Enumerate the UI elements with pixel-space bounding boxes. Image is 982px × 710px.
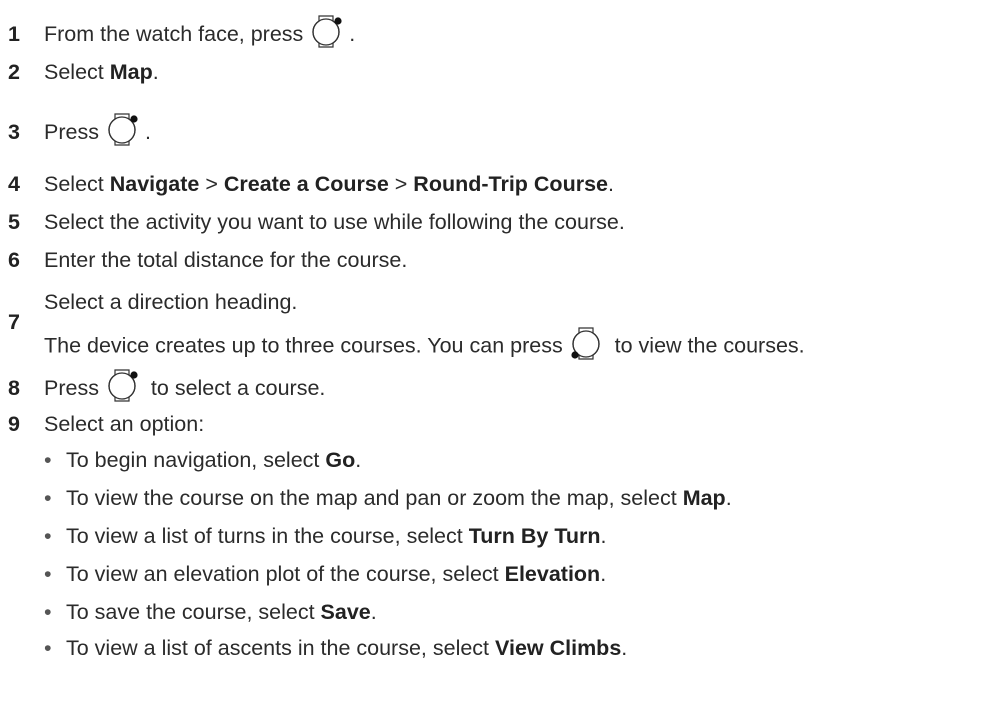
step-7-detail: The device creates up to three courses. … — [44, 327, 805, 364]
step-text: . — [355, 448, 362, 472]
step-body: Press to select a course. — [44, 369, 326, 402]
step-text: Select the activity you want to use whil… — [44, 210, 625, 234]
option-item: • To view the course on the map and pan o… — [44, 484, 732, 512]
step-text: . — [600, 524, 607, 548]
step-text: Press — [44, 375, 105, 400]
step-body: Select Navigate > Create a Course > Roun… — [44, 172, 614, 196]
step-number: 9 — [8, 412, 20, 436]
step-body: Select the activity you want to use whil… — [44, 210, 625, 234]
step-number: 5 — [8, 210, 20, 234]
step-text: Select — [44, 60, 110, 84]
menu-term: Create a Course — [223, 172, 389, 196]
step-8: 8 Press to select a course. — [8, 369, 326, 406]
menu-term: Round-Trip Course — [413, 172, 608, 196]
step-9: 9 Select an option: — [8, 410, 204, 438]
step-text: To begin navigation, select — [66, 448, 326, 472]
bullet-dot: • — [44, 600, 52, 624]
step-text: . — [349, 21, 356, 46]
step-text: Select — [44, 172, 110, 196]
step-1: 1 From the watch face, press . — [8, 15, 356, 52]
menu-term: Go — [325, 448, 356, 472]
step-body: Enter the total distance for the course. — [44, 248, 407, 272]
step-text: To view a list of ascents in the course,… — [66, 636, 496, 660]
step-text: To view the course on the map and pan or… — [66, 486, 683, 510]
bullet-dot: • — [44, 448, 52, 472]
option-item: • To view a list of turns in the course, … — [44, 522, 606, 550]
step-body: Press . — [44, 113, 151, 146]
step-number: 3 — [8, 119, 20, 144]
step-5: 5 Select the activity you want to use whi… — [8, 208, 625, 236]
step-number: 1 — [8, 21, 20, 46]
menu-term: View Climbs — [495, 636, 622, 660]
step-number: 6 — [8, 248, 20, 272]
step-text: . — [152, 60, 159, 84]
bullet-dot: • — [44, 486, 52, 510]
step-number: 7 — [8, 310, 20, 334]
instruction-document: 1 From the watch face, press . 2 Select Map… — [0, 0, 982, 710]
step-text: . — [725, 486, 732, 510]
menu-term: Turn By Turn — [468, 524, 601, 548]
step-text: From the watch face, press — [44, 21, 310, 46]
step-text: . — [144, 119, 151, 144]
step-text: Select an option: — [44, 412, 205, 436]
menu-term: Map — [682, 486, 726, 510]
step-body: Select Map. — [44, 60, 159, 84]
step-text: To save the course, select — [66, 600, 321, 624]
step-body: Select an option: — [44, 412, 204, 436]
step-text: To view a list of turns in the course, s… — [66, 524, 469, 548]
option-item: • To view an elevation plot of the course… — [44, 560, 606, 588]
step-text: . — [621, 636, 628, 660]
step-text: To view an elevation plot of the course,… — [66, 562, 505, 586]
menu-term: Map — [109, 60, 153, 84]
step-number: 2 — [8, 60, 20, 84]
option-item: • To view a list of ascents in the course… — [44, 634, 627, 662]
step-text: > — [388, 172, 414, 196]
step-text: Press — [44, 119, 105, 144]
step-4: 4 Select Navigate > Create a Course > Rou… — [8, 170, 614, 198]
menu-term: Elevation — [504, 562, 601, 586]
menu-term: Navigate — [109, 172, 200, 196]
step-text: Enter the total distance for the course. — [44, 248, 408, 272]
start-stop-button-icon — [311, 14, 347, 48]
option-item: • To save the course, select Save. — [44, 598, 377, 626]
step-number: 8 — [8, 375, 20, 400]
step-number: 4 — [8, 172, 20, 196]
option-item: • To begin navigation, select Go. — [44, 446, 361, 474]
step-7: 7 Select a direction heading. — [8, 288, 297, 334]
step-text: . — [370, 600, 377, 624]
step-body: Select a direction heading. — [44, 290, 297, 314]
step-text: . — [607, 172, 614, 196]
step-text: Select a direction heading. — [44, 290, 298, 314]
step-text: > — [199, 172, 224, 196]
start-stop-button-icon — [107, 112, 143, 146]
step-6: 6 Enter the total distance for the course… — [8, 246, 407, 274]
step-body: From the watch face, press . — [44, 15, 356, 48]
step-3: 3 Press . — [8, 113, 151, 150]
bullet-dot: • — [44, 524, 52, 548]
step-text: The device creates up to three courses. … — [44, 333, 569, 358]
bullet-dot: • — [44, 562, 52, 586]
step-text: . — [600, 562, 607, 586]
start-stop-button-icon — [107, 368, 143, 402]
step-2: 2 Select Map. — [8, 58, 159, 86]
step-text: to view the courses. — [608, 333, 805, 358]
down-button-icon — [571, 326, 607, 360]
step-text: to select a course. — [144, 375, 326, 400]
menu-term: Save — [320, 600, 371, 624]
bullet-dot: • — [44, 636, 52, 660]
